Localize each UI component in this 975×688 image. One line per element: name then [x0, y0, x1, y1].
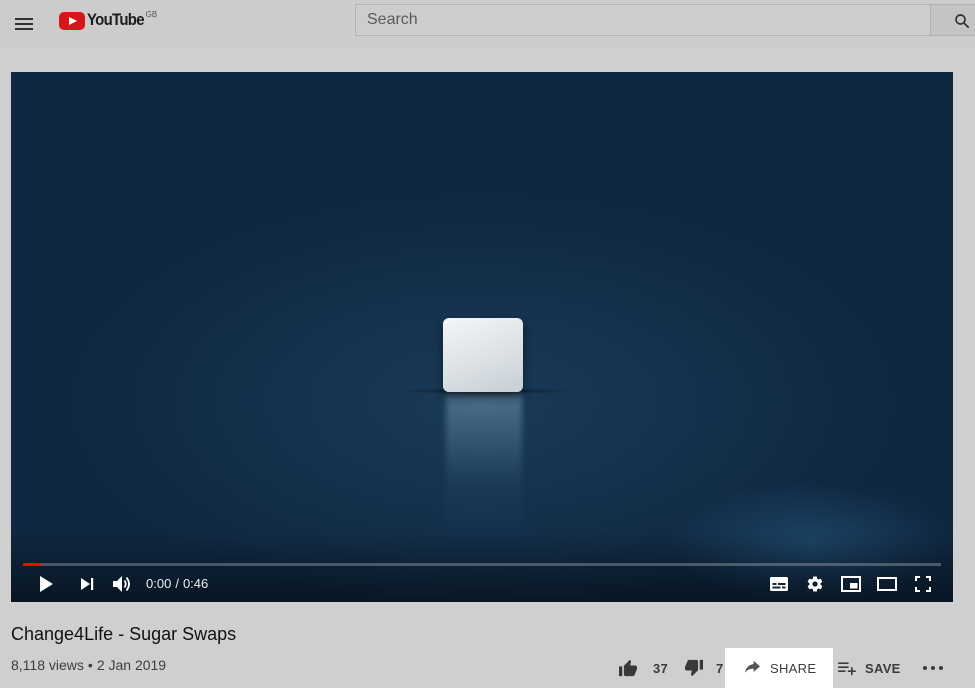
settings-button[interactable] — [803, 572, 827, 596]
play-button[interactable] — [34, 572, 58, 596]
menu-icon — [15, 18, 33, 30]
more-actions-button[interactable] — [921, 648, 945, 688]
logo-country-code: GB — [145, 10, 158, 19]
view-count: 8,118 views — [11, 657, 84, 673]
play-icon — [40, 576, 53, 592]
menu-button[interactable] — [12, 12, 36, 36]
upload-date: 2 Jan 2019 — [96, 657, 167, 673]
time-display: 0:00 / 0:46 — [146, 576, 208, 591]
progress-bar[interactable] — [23, 563, 941, 566]
save-button[interactable]: SAVE — [837, 648, 901, 688]
meta-separator: • — [87, 657, 93, 673]
time-separator: / — [175, 576, 179, 591]
search-input[interactable] — [356, 5, 931, 35]
masthead: YouTube GB — [0, 0, 975, 48]
settings-icon — [807, 576, 823, 592]
dislike-button[interactable]: 7 — [684, 648, 724, 688]
theater-mode-button[interactable] — [875, 572, 899, 596]
subtitles-button[interactable] — [767, 572, 791, 596]
thumbs-down-icon — [685, 659, 703, 677]
fullscreen-icon — [915, 576, 931, 592]
search-box — [355, 4, 931, 36]
logo-wordmark: YouTube — [87, 10, 145, 29]
volume-icon — [113, 576, 130, 592]
save-label: SAVE — [865, 660, 901, 676]
fullscreen-button[interactable] — [911, 572, 935, 596]
video-meta: 8,118 views • 2 Jan 2019 — [11, 657, 166, 673]
youtube-logo-icon — [59, 12, 85, 30]
like-count: 37 — [653, 660, 669, 676]
cube-reflection — [446, 394, 522, 544]
video-title: Change4Life - Sugar Swaps — [11, 624, 237, 644]
youtube-logo[interactable]: YouTube GB — [59, 9, 157, 33]
sugar-cube-image — [443, 318, 523, 392]
progress-played — [23, 563, 42, 566]
current-time: 0:00 — [146, 576, 172, 591]
next-button[interactable] — [75, 572, 99, 596]
like-button[interactable]: 37 — [618, 648, 668, 688]
search-button[interactable] — [930, 4, 975, 36]
video-player[interactable]: 0:00 / 0:46 — [11, 72, 953, 602]
next-icon — [81, 578, 94, 590]
duration: 0:46 — [182, 576, 209, 591]
playlist-add-icon — [838, 662, 856, 676]
theater-mode-icon — [877, 577, 897, 591]
miniplayer-button[interactable] — [839, 572, 863, 596]
volume-button[interactable] — [110, 572, 134, 596]
thumbs-up-icon — [619, 659, 637, 677]
search-icon — [955, 14, 970, 29]
dislike-count: 7 — [716, 660, 724, 676]
share-icon — [744, 660, 760, 673]
share-label: SHARE — [770, 660, 817, 676]
subtitles-icon — [770, 577, 788, 591]
more-icon — [923, 666, 943, 670]
miniplayer-icon — [841, 576, 861, 592]
share-button[interactable]: SHARE — [725, 648, 833, 688]
